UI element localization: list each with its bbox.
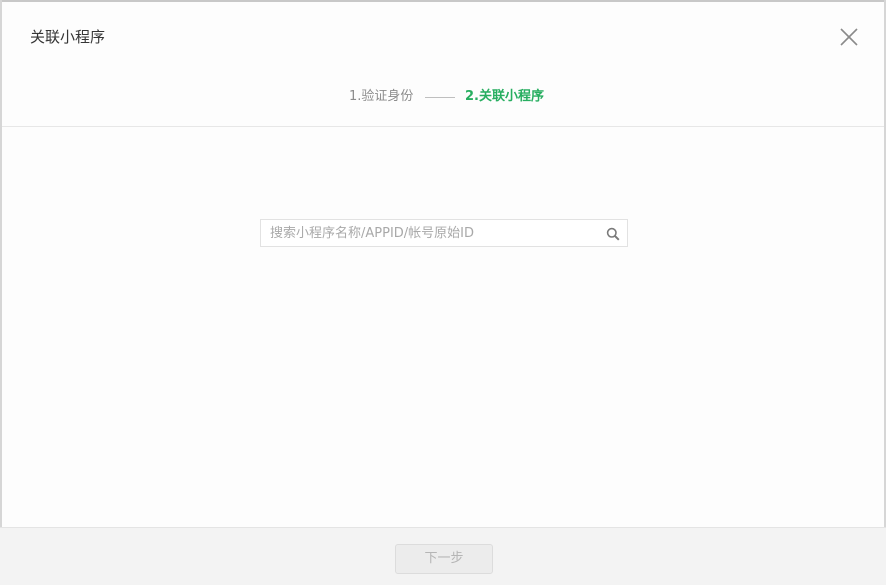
search-button[interactable]	[606, 226, 620, 241]
search-icon	[606, 227, 620, 241]
dialog-title: 关联小程序	[30, 28, 106, 46]
search-box	[260, 219, 628, 247]
dialog-footer: 下一步	[0, 527, 886, 585]
step-link-miniprogram: 2.关联小程序	[465, 89, 544, 104]
search-input[interactable]	[261, 220, 600, 246]
close-icon	[840, 28, 858, 46]
step-indicator: 1.验证身份 2.关联小程序	[0, 88, 886, 108]
header-divider	[2, 126, 884, 127]
next-step-button[interactable]: 下一步	[395, 544, 493, 574]
step-verify-identity: 1.验证身份	[349, 89, 414, 104]
dialog-left-border	[0, 0, 2, 527]
step-connector-line	[425, 97, 455, 98]
dialog: 关联小程序 1.验证身份 2.关联小程序 下一步	[0, 0, 886, 585]
close-button[interactable]	[838, 26, 860, 48]
dialog-top-border	[0, 0, 886, 2]
